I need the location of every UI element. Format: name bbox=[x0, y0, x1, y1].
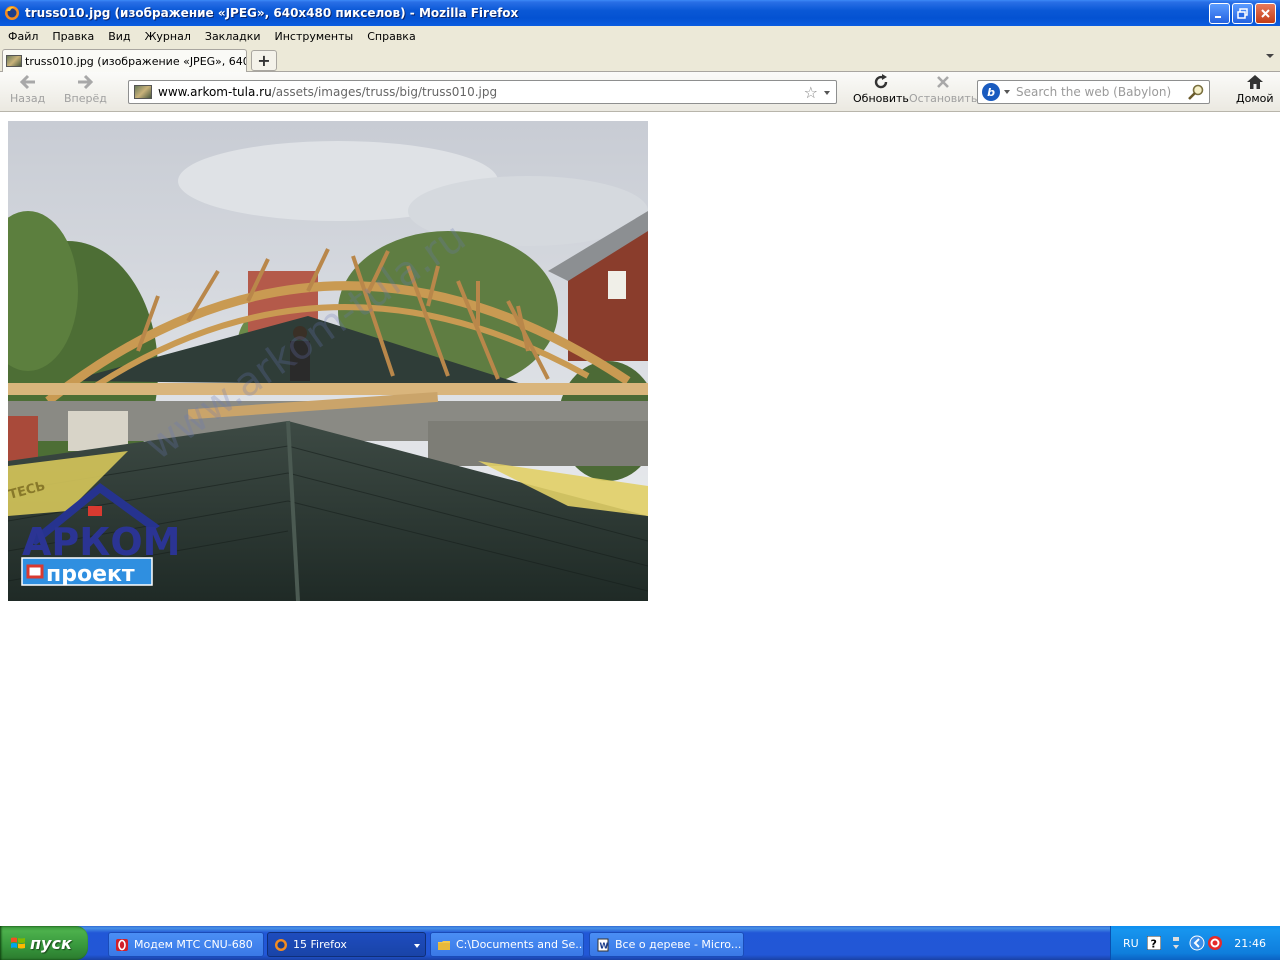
menu-bookmarks[interactable]: Закладки bbox=[199, 28, 269, 45]
minimize-button[interactable] bbox=[1209, 3, 1230, 24]
title-bar: truss010.jpg (изображение «JPEG», 640x48… bbox=[0, 0, 1280, 26]
start-label: пуск bbox=[30, 933, 72, 953]
reload-icon bbox=[874, 74, 888, 89]
windows-flag-icon bbox=[11, 937, 25, 949]
tab-image[interactable]: truss010.jpg (изображение «JPEG», 640x4.… bbox=[2, 49, 247, 72]
back-button[interactable]: Назад bbox=[10, 74, 45, 105]
svg-text:W: W bbox=[600, 941, 609, 950]
help-icon[interactable]: ? bbox=[1146, 936, 1161, 951]
page-content: АРКОМ проект www.arkom-tula.ru ТЕСЬ bbox=[0, 113, 1280, 926]
restore-icon bbox=[1237, 8, 1248, 19]
search-input[interactable]: Search the web (Babylon) bbox=[1016, 85, 1171, 99]
network-activity-icon[interactable] bbox=[1171, 936, 1181, 950]
taskbar-button-label: Все о дереве - Micro... bbox=[615, 938, 742, 951]
search-engine-dropdown-icon[interactable] bbox=[1004, 90, 1010, 94]
system-tray: RU ? 21:46 bbox=[1110, 926, 1280, 960]
taskbar-button-word[interactable]: W Все о дереве - Micro... bbox=[589, 932, 744, 957]
url-text[interactable]: www.arkom-tula.ru/assets/images/truss/bi… bbox=[158, 85, 497, 99]
folder-icon bbox=[438, 940, 450, 950]
navigation-toolbar: Назад Вперёд www.arkom-tula.ru/assets/im… bbox=[0, 72, 1280, 112]
back-label: Назад bbox=[10, 92, 46, 105]
close-button[interactable] bbox=[1255, 3, 1276, 24]
home-label: Домой bbox=[1236, 92, 1274, 105]
language-indicator[interactable]: RU bbox=[1123, 937, 1139, 950]
taskbar-button-label: Модем МТС CNU-680 bbox=[134, 938, 253, 951]
firefox-icon bbox=[5, 6, 19, 20]
menu-view[interactable]: Вид bbox=[102, 28, 138, 45]
svg-text:?: ? bbox=[1150, 938, 1156, 951]
logo-line2: проект bbox=[46, 562, 135, 587]
displayed-image[interactable]: АРКОМ проект www.arkom-tula.ru ТЕСЬ bbox=[8, 121, 648, 601]
menu-history[interactable]: Журнал bbox=[139, 28, 199, 45]
start-button[interactable]: пуск bbox=[0, 926, 88, 960]
clock[interactable]: 21:46 bbox=[1234, 937, 1266, 950]
taskbar-button-label: C:\Documents and Se... bbox=[456, 938, 584, 951]
search-bar[interactable]: b Search the web (Babylon) bbox=[977, 80, 1210, 104]
mts-modem-icon bbox=[116, 938, 128, 951]
new-tab-button[interactable]: + bbox=[251, 50, 277, 71]
forward-arrow-icon bbox=[78, 74, 94, 90]
url-host: www.arkom-tula.ru bbox=[158, 85, 272, 99]
menu-file[interactable]: Файл bbox=[2, 28, 46, 45]
taskbar-button-explorer[interactable]: C:\Documents and Se... bbox=[430, 932, 584, 957]
mts-tray-icon[interactable] bbox=[1207, 935, 1223, 951]
image-thumbnail-icon bbox=[6, 55, 22, 67]
restore-button[interactable] bbox=[1232, 3, 1253, 24]
tab-label: truss010.jpg (изображение «JPEG», 640x4.… bbox=[25, 54, 246, 68]
search-engine-icon[interactable]: b bbox=[982, 83, 1000, 101]
tab-list-dropdown-icon[interactable] bbox=[1266, 54, 1274, 58]
url-path: /assets/images/truss/big/truss010.jpg bbox=[271, 85, 498, 99]
url-history-dropdown-icon[interactable] bbox=[824, 91, 830, 95]
site-identity-icon[interactable] bbox=[134, 85, 152, 99]
tab-strip: truss010.jpg (изображение «JPEG», 640x4.… bbox=[0, 46, 1280, 72]
menu-bar: Файл Правка Вид Журнал Закладки Инструме… bbox=[0, 26, 1280, 46]
minimize-icon bbox=[1215, 16, 1221, 18]
taskbar-button-label: 15 Firefox bbox=[293, 938, 347, 951]
menu-edit[interactable]: Правка bbox=[46, 28, 102, 45]
search-icon[interactable] bbox=[1187, 83, 1205, 101]
firefox-icon bbox=[275, 938, 287, 951]
stop-button[interactable]: Остановить bbox=[909, 74, 977, 105]
word-document-icon: W bbox=[597, 938, 609, 951]
url-bar[interactable]: www.arkom-tula.ru/assets/images/truss/bi… bbox=[128, 80, 837, 104]
show-hidden-icons-icon[interactable] bbox=[1189, 935, 1205, 951]
taskbar-button-modem[interactable]: Модем МТС CNU-680 bbox=[108, 932, 264, 957]
stop-label: Остановить bbox=[909, 92, 978, 105]
home-icon bbox=[1246, 75, 1263, 89]
bookmark-star-icon[interactable]: ☆ bbox=[804, 83, 818, 102]
home-button[interactable]: Домой bbox=[1236, 74, 1274, 105]
taskbar-button-firefox[interactable]: 15 Firefox bbox=[267, 932, 426, 957]
group-dropdown-icon bbox=[414, 944, 420, 948]
stop-icon bbox=[937, 76, 950, 88]
menu-tools[interactable]: Инструменты bbox=[269, 28, 362, 45]
roof-truss-photo: АРКОМ проект www.arkom-tula.ru ТЕСЬ bbox=[8, 121, 648, 601]
window-title: truss010.jpg (изображение «JPEG», 640x48… bbox=[25, 6, 519, 20]
back-arrow-icon bbox=[19, 74, 35, 90]
reload-button[interactable]: Обновить bbox=[853, 74, 909, 105]
forward-label: Вперёд bbox=[64, 92, 107, 105]
taskbar: пуск Модем МТС CNU-680 15 Firefox C:\Doc… bbox=[0, 926, 1280, 960]
menu-help[interactable]: Справка bbox=[361, 28, 423, 45]
close-icon bbox=[1261, 9, 1270, 18]
reload-label: Обновить bbox=[853, 92, 909, 105]
forward-button[interactable]: Вперёд bbox=[64, 74, 107, 105]
